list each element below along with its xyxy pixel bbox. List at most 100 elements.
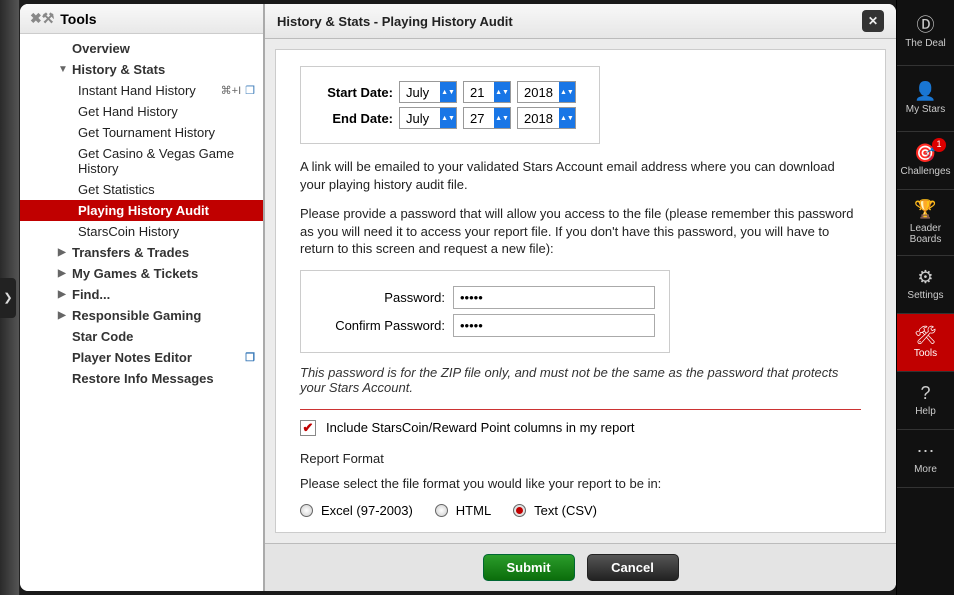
report-format-heading: Report Format [300, 450, 861, 468]
sidebar-item-label: Player Notes Editor [72, 350, 192, 365]
sidebar-item-label: Transfers & Trades [72, 245, 189, 260]
rail-item-my-stars[interactable]: 👤My Stars [897, 66, 954, 132]
my-stars-icon: 👤 [914, 82, 936, 102]
rail-item-leader-boards[interactable]: 🏆 Leader Boards [897, 190, 954, 256]
notification-badge: 1 [932, 138, 946, 152]
chevron-down-icon: ▼ [58, 64, 68, 75]
sidebar-item-label: Restore Info Messages [72, 371, 214, 386]
info-text-1: A link will be emailed to your validated… [300, 158, 861, 193]
rail-item-label: Leader Boards [897, 223, 954, 245]
sidebar-item-label: Get Statistics [78, 182, 155, 197]
end-day-select[interactable]: 27▲▼ [463, 107, 511, 129]
sidebar-item[interactable]: Player Notes Editor ❐ [20, 347, 263, 368]
end-year-select[interactable]: 2018▲▼ [517, 107, 576, 129]
password-block: Password: Confirm Password: [300, 270, 670, 353]
rail-item-the-deal[interactable]: Ⓓ The Deal [897, 0, 954, 66]
sidebar-item-label: Star Code [72, 329, 133, 344]
password-hint: This password is for the ZIP file only, … [300, 365, 861, 395]
sidebar-item-label: Find... [72, 287, 110, 302]
cancel-button[interactable]: Cancel [587, 554, 679, 581]
include-starscoin-label: Include StarsCoin/Reward Point columns i… [326, 420, 635, 435]
chevron-updown-icon: ▲▼ [559, 108, 575, 128]
rail-item-label: The Deal [905, 38, 946, 49]
format-radio-label: HTML [456, 503, 491, 518]
sidebar-subitem[interactable]: Playing History Audit [20, 200, 263, 221]
sidebar-subitem[interactable]: StarsCoin History [20, 221, 263, 242]
rail-item-settings[interactable]: ⚙ Settings [897, 256, 954, 314]
sidebar-item[interactable]: ▶ My Games & Tickets [20, 263, 263, 284]
info-text-2: Please provide a password that will allo… [300, 205, 861, 258]
sidebar-item-label: Playing History Audit [78, 203, 209, 218]
end-month-select[interactable]: July▲▼ [399, 107, 457, 129]
sidebar-subitem[interactable]: Get Statistics [20, 179, 263, 200]
chevron-updown-icon: ▲▼ [440, 82, 456, 102]
sidebar-item[interactable]: Overview [20, 38, 263, 59]
include-starscoin-checkbox[interactable]: ✔ [300, 420, 316, 436]
rail-item-help[interactable]: ? Help [897, 372, 954, 430]
sidebar-item[interactable]: ▶ Transfers & Trades [20, 242, 263, 263]
sidebar-item[interactable]: ▶ Find... [20, 284, 263, 305]
chevron-updown-icon: ▲▼ [440, 108, 456, 128]
panel-title: History & Stats - Playing History Audit [277, 14, 513, 29]
leader-boards-icon: 🏆 [914, 200, 936, 220]
tools-icon: 🛠 [914, 326, 937, 346]
format-radio[interactable] [300, 504, 313, 517]
sidebar-subitem[interactable]: Get Tournament History [20, 122, 263, 143]
format-radio[interactable] [513, 504, 526, 517]
rail-item-label: Tools [914, 348, 937, 359]
password-label: Password: [315, 290, 445, 305]
sidebar-item[interactable]: ▶ Responsible Gaming [20, 305, 263, 326]
rail-item-label: More [914, 464, 937, 475]
report-format-prompt: Please select the file format you would … [300, 475, 861, 493]
rail-item-tools[interactable]: 🛠 Tools [897, 314, 954, 372]
password-input[interactable] [453, 286, 655, 309]
sidebar-subitem[interactable]: Get Hand History [20, 101, 263, 122]
help-icon: ? [920, 384, 930, 404]
popup-icon: ❐ [245, 84, 255, 97]
tools-icon: ✖⚒ [30, 10, 54, 27]
tools-sidebar: ✖⚒ Tools Overview▼History & StatsInstant… [20, 4, 265, 591]
end-date-label: End Date: [315, 111, 393, 126]
sidebar-item-label: History & Stats [72, 62, 165, 77]
section-divider [300, 409, 861, 410]
submit-button[interactable]: Submit [483, 554, 575, 581]
format-radio-label: Text (CSV) [534, 503, 597, 518]
confirm-password-input[interactable] [453, 314, 655, 337]
close-button[interactable]: ✕ [862, 10, 884, 32]
settings-icon: ⚙ [917, 268, 933, 288]
sidebar-item-label: Get Casino & Vegas Game History [78, 146, 255, 176]
sidebar-item-label: Responsible Gaming [72, 308, 201, 323]
sidebar-item-label: StarsCoin History [78, 224, 179, 239]
sidebar-item-label: Get Hand History [78, 104, 178, 119]
sidebar-subitem[interactable]: Get Casino & Vegas Game History [20, 143, 263, 179]
chevron-right-icon: ▶ [58, 247, 68, 258]
shortcut-label: ⌘+I ❐ [221, 84, 255, 97]
chevron-right-icon: ▶ [58, 310, 68, 321]
sidebar-item-label: My Games & Tickets [72, 266, 198, 281]
sidebar-item[interactable]: Star Code [20, 326, 263, 347]
rail-item-challenges[interactable]: 🎯Challenges1 [897, 132, 954, 190]
chevron-updown-icon: ▲▼ [494, 108, 510, 128]
sidebar-item[interactable]: ▼ History & Stats [20, 59, 263, 80]
start-year-select[interactable]: 2018▲▼ [517, 81, 576, 103]
the-deal-icon: Ⓓ [917, 16, 935, 36]
rail-item-label: Settings [907, 290, 943, 301]
rail-item-label: Challenges [900, 166, 950, 177]
sidebar-item-label: Instant Hand History [78, 83, 196, 98]
sidebar-subitem[interactable]: Instant Hand History ⌘+I ❐ [20, 80, 263, 101]
rail-item-more[interactable]: ⋯More [897, 430, 954, 488]
sidebar-item[interactable]: Restore Info Messages [20, 368, 263, 389]
expand-handle[interactable]: ❯ [0, 278, 16, 318]
start-month-select[interactable]: July▲▼ [399, 81, 457, 103]
start-day-select[interactable]: 21▲▼ [463, 81, 511, 103]
start-date-label: Start Date: [315, 85, 393, 100]
rail-item-label: Help [915, 406, 936, 417]
chevron-right-icon: ▶ [58, 289, 68, 300]
format-radio-label: Excel (97-2003) [321, 503, 413, 518]
confirm-password-label: Confirm Password: [315, 318, 445, 333]
popup-icon: ❐ [245, 351, 255, 364]
chevron-updown-icon: ▲▼ [494, 82, 510, 102]
sidebar-item-label: Overview [72, 41, 130, 56]
chevron-right-icon: ▶ [58, 268, 68, 279]
format-radio[interactable] [435, 504, 448, 517]
